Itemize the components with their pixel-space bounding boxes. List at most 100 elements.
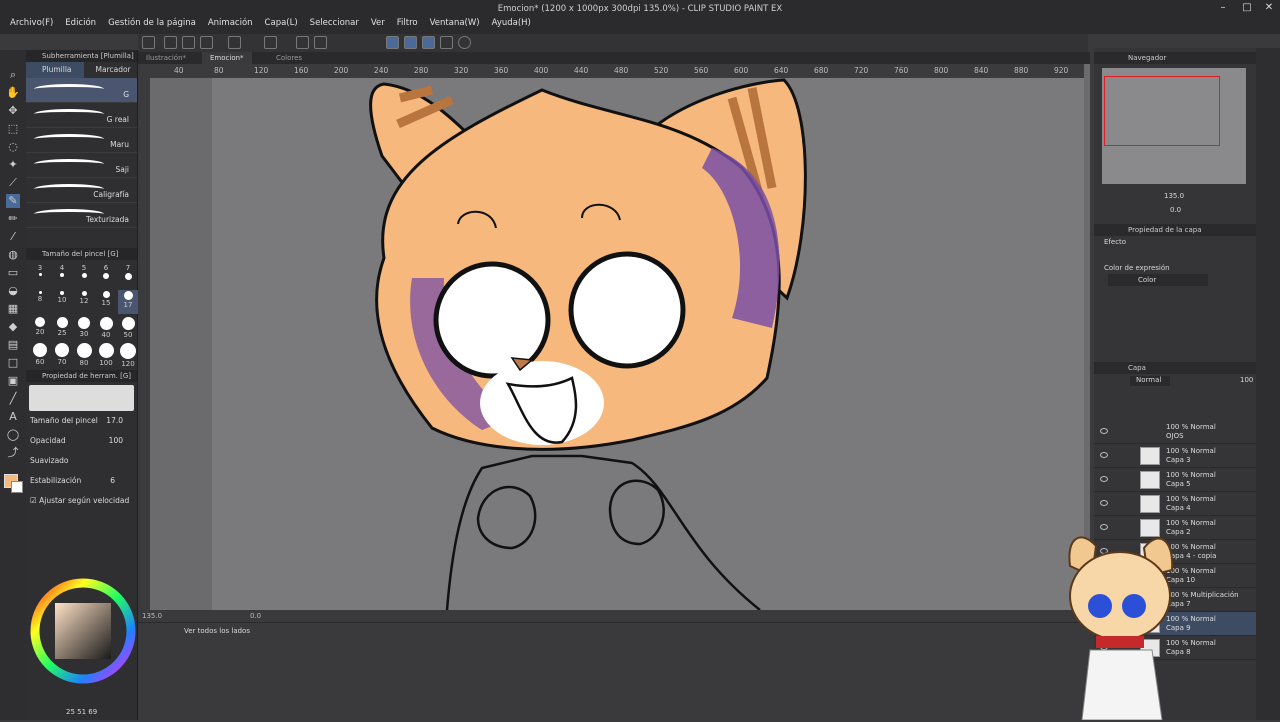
open-icon[interactable] bbox=[164, 36, 177, 49]
brush-item[interactable]: Caligrafía bbox=[26, 178, 137, 203]
crop-icon[interactable] bbox=[314, 36, 327, 49]
size-option[interactable]: 30 bbox=[74, 316, 94, 340]
color-wheel[interactable] bbox=[30, 578, 136, 684]
lasso-icon[interactable]: ◌ bbox=[6, 140, 20, 154]
angle-readout[interactable]: 0.0 bbox=[250, 612, 261, 620]
navigator-angle[interactable]: 0.0 bbox=[1170, 206, 1181, 214]
pen-icon[interactable]: ✎ bbox=[6, 194, 20, 208]
navigator-viewport[interactable] bbox=[1104, 76, 1220, 146]
layer-opacity-value[interactable]: 100 bbox=[1240, 376, 1253, 384]
navigator-preview[interactable] bbox=[1102, 68, 1246, 184]
select-icon[interactable]: ⬚ bbox=[6, 122, 20, 136]
pattern-icon[interactable]: ▦ bbox=[6, 302, 20, 316]
size-option[interactable]: 17 bbox=[118, 290, 138, 314]
zoom-readout[interactable]: 135.0 bbox=[142, 612, 162, 620]
menu-ver[interactable]: Ver bbox=[365, 18, 391, 28]
layer-row[interactable]: 100 % Normal Capa 4 bbox=[1094, 492, 1256, 516]
canvas-paper[interactable] bbox=[212, 78, 1084, 611]
balloon-icon[interactable]: ◯ bbox=[6, 428, 20, 442]
eye-icon[interactable] bbox=[1100, 476, 1108, 482]
menu-archivo[interactable]: Archivo(F) bbox=[4, 18, 59, 28]
size-option[interactable]: 6 bbox=[96, 264, 116, 288]
tab-colores[interactable]: Colores bbox=[268, 52, 310, 64]
snap-ruler-icon[interactable] bbox=[386, 36, 399, 49]
save-icon[interactable] bbox=[182, 36, 195, 49]
maximize-button[interactable]: □ bbox=[1236, 2, 1258, 16]
menu-animacion[interactable]: Animación bbox=[202, 18, 259, 28]
sub-color-swatch[interactable] bbox=[11, 481, 23, 493]
adjust-speed-checkbox[interactable]: ☑ bbox=[30, 496, 39, 505]
pencil-icon[interactable]: ✏ bbox=[6, 212, 20, 226]
undo-icon[interactable] bbox=[228, 36, 241, 49]
blend-icon[interactable]: ◒ bbox=[6, 284, 20, 298]
hand-icon[interactable]: ✋ bbox=[6, 86, 20, 100]
minimize-button[interactable]: – bbox=[1212, 2, 1234, 16]
eye-icon[interactable] bbox=[1100, 428, 1108, 434]
size-option[interactable]: 100 bbox=[96, 342, 116, 367]
ruler-icon[interactable]: ╱ bbox=[6, 392, 20, 406]
menu-gestion[interactable]: Gestión de la página bbox=[102, 18, 202, 28]
size-option[interactable]: 120 bbox=[118, 342, 138, 368]
menu-seleccionar[interactable]: Seleccionar bbox=[304, 18, 365, 28]
fill-icon[interactable] bbox=[296, 36, 309, 49]
expression-select[interactable]: Color bbox=[1108, 274, 1208, 286]
size-option[interactable]: 40 bbox=[96, 316, 116, 340]
brush-item[interactable]: Saji bbox=[26, 153, 137, 178]
size-option[interactable]: 7 bbox=[118, 264, 138, 288]
move-icon[interactable]: ✥ bbox=[6, 104, 20, 118]
zoom-icon[interactable]: ⌕ bbox=[6, 68, 20, 82]
size-option[interactable]: 4 bbox=[52, 264, 72, 288]
layer-row[interactable]: 100 % Normal OJOS bbox=[1094, 420, 1256, 444]
wand-icon[interactable]: ✦ bbox=[6, 158, 20, 172]
menu-ayuda[interactable]: Ayuda(H) bbox=[486, 18, 537, 28]
brush-size-value[interactable]: 17.0 bbox=[106, 416, 123, 425]
eye-icon[interactable] bbox=[1100, 452, 1108, 458]
tab-plumilla[interactable]: Plumilla bbox=[26, 62, 84, 78]
clear-icon[interactable] bbox=[264, 36, 277, 49]
brush-item[interactable]: Texturizada bbox=[26, 203, 137, 228]
menu-capa[interactable]: Capa(L) bbox=[259, 18, 304, 28]
export-icon[interactable] bbox=[200, 36, 213, 49]
stabilization-value[interactable]: 6 bbox=[110, 476, 115, 485]
brush-icon[interactable]: ⁄ bbox=[6, 230, 20, 244]
gradient-icon[interactable]: ▤ bbox=[6, 338, 20, 352]
tab-ilustracion[interactable]: Ilustración* bbox=[138, 52, 194, 64]
size-option[interactable]: 12 bbox=[74, 290, 94, 314]
eye-icon[interactable] bbox=[1100, 500, 1108, 506]
size-option[interactable]: 25 bbox=[52, 316, 72, 340]
layer-row[interactable]: 100 % Normal Capa 3 bbox=[1094, 444, 1256, 468]
figure-icon[interactable]: □ bbox=[6, 356, 20, 370]
size-option[interactable]: 50 bbox=[118, 316, 138, 340]
blend-mode-select[interactable]: Normal bbox=[1130, 376, 1170, 386]
size-option[interactable]: 20 bbox=[30, 316, 50, 340]
text-icon[interactable]: A bbox=[6, 410, 20, 424]
size-option[interactable]: 60 bbox=[30, 342, 50, 366]
help-icon[interactable] bbox=[458, 36, 471, 49]
snap-special-icon[interactable] bbox=[404, 36, 417, 49]
fill-tool-icon[interactable]: ◆ bbox=[6, 320, 20, 334]
menu-edicion[interactable]: Edición bbox=[59, 18, 102, 28]
size-option[interactable]: 70 bbox=[52, 342, 72, 366]
eyedropper-icon[interactable]: ⟋ bbox=[6, 176, 20, 190]
size-option[interactable]: 80 bbox=[74, 342, 94, 367]
menu-filtro[interactable]: Filtro bbox=[391, 18, 424, 28]
tab-marcador[interactable]: Marcador bbox=[84, 62, 138, 78]
correct-line-icon[interactable]: ⤴ bbox=[6, 446, 20, 460]
airbrush-icon[interactable]: ◍ bbox=[6, 248, 20, 262]
size-option[interactable]: 15 bbox=[96, 290, 116, 314]
sync-icon[interactable] bbox=[440, 36, 453, 49]
opacity-value[interactable]: 100 bbox=[109, 436, 123, 445]
layer-row[interactable]: 100 % Normal Capa 5 bbox=[1094, 468, 1256, 492]
size-option[interactable]: 5 bbox=[74, 264, 94, 288]
size-option[interactable]: 8 bbox=[30, 290, 50, 314]
frame-icon[interactable]: ▣ bbox=[6, 374, 20, 388]
brush-item[interactable]: Maru bbox=[26, 128, 137, 153]
brush-item[interactable]: G real bbox=[26, 103, 137, 128]
snap-grid-icon[interactable] bbox=[422, 36, 435, 49]
brush-item[interactable]: G bbox=[26, 78, 137, 103]
new-icon[interactable] bbox=[142, 36, 155, 49]
size-option[interactable]: 10 bbox=[52, 290, 72, 314]
tab-emocion[interactable]: Emocion* bbox=[202, 52, 252, 64]
close-button[interactable]: ✕ bbox=[1258, 2, 1280, 16]
menu-ventana[interactable]: Ventana(W) bbox=[424, 18, 486, 28]
